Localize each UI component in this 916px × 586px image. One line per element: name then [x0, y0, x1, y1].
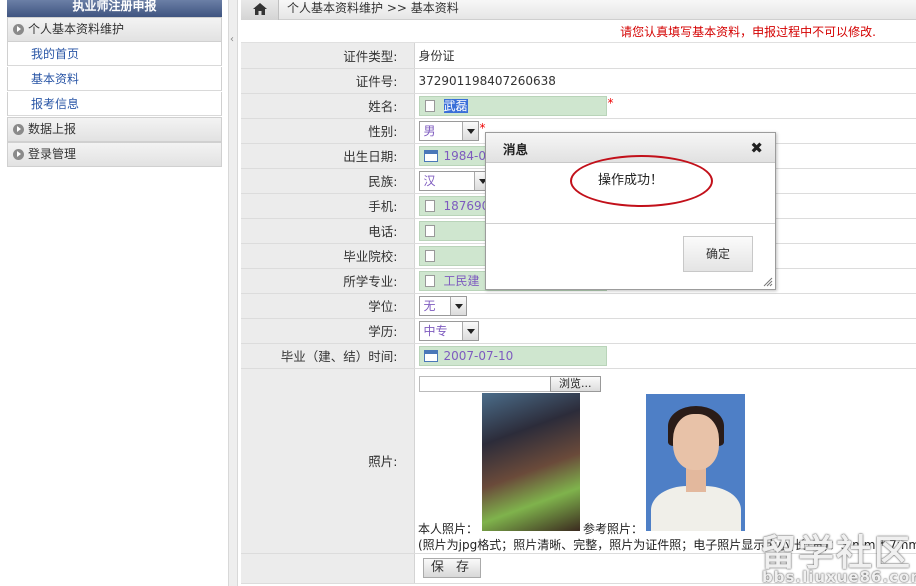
mobile-value: 187690: [443, 198, 490, 213]
watermark-url: bbs.liuxue86.com: [762, 568, 916, 586]
sidebar-item-exam-info[interactable]: 报考信息: [7, 92, 222, 116]
education-select[interactable]: 中专: [418, 320, 479, 341]
breadcrumb-bar: 个人基本资料维护 >> 基本资料: [241, 0, 916, 20]
photo-file-input[interactable]: [419, 376, 551, 392]
sidebar-group-label: 数据上报: [28, 122, 77, 136]
gender-select[interactable]: 男: [418, 120, 479, 141]
text-field-icon: [424, 99, 435, 112]
sidebar-title: 执业师注册申报: [7, 0, 222, 17]
chevron-down-icon[interactable]: [461, 121, 478, 140]
expand-arrow-icon: [13, 124, 24, 135]
reference-photo-label: 参考照片：: [583, 522, 644, 536]
chevron-down-icon[interactable]: [449, 296, 466, 315]
calendar-icon[interactable]: [423, 149, 438, 162]
breadcrumb: 个人基本资料维护 >> 基本资料: [287, 1, 459, 15]
chevron-down-icon[interactable]: [461, 321, 478, 340]
dialog-message: 操作成功！: [597, 173, 663, 188]
reference-photo-image: [646, 394, 745, 531]
major-value: 工民建: [443, 273, 480, 288]
field-label: 毕业院校:: [241, 243, 415, 269]
form-row-id-type: 证件类型: 身份证: [241, 43, 916, 69]
browse-button[interactable]: 浏览...: [550, 376, 601, 392]
required-mark: *: [607, 95, 614, 110]
text-field-icon: [424, 274, 435, 287]
save-button[interactable]: 保 存: [423, 558, 481, 578]
home-tab[interactable]: [241, 0, 279, 20]
sidebar-group-data-report[interactable]: 数据上报: [7, 117, 222, 142]
ok-button[interactable]: 确定: [683, 236, 753, 272]
form-row-grad-date: 毕业（建、结）时间: 2007-07-10: [241, 343, 916, 369]
field-label: 手机:: [241, 193, 415, 219]
resize-grip-icon[interactable]: [763, 277, 773, 287]
field-label: 所学专业:: [241, 268, 415, 294]
degree-value: 无: [423, 298, 436, 313]
form-row-id-number: 证件号: 372901198407260638: [241, 68, 916, 94]
field-label: 毕业（建、结）时间:: [241, 343, 415, 369]
main-content: 个人基本资料维护 >> 基本资料 请您认真填写基本资料，申报过程中不可以修改. …: [241, 0, 916, 586]
field-label: 证件号:: [241, 68, 415, 94]
field-label: 电话:: [241, 218, 415, 244]
name-value: 武磊: [443, 98, 468, 113]
calendar-icon[interactable]: [423, 349, 438, 362]
birth-date-value: 1984-0: [443, 148, 487, 163]
message-dialog: 消息 ✖ 操作成功！ 确定: [485, 132, 776, 290]
text-field-icon: [424, 199, 435, 212]
notice-text: 请您认真填写基本资料，申报过程中不可以修改.: [241, 21, 916, 43]
form-row-name: 姓名: 武磊 *: [241, 93, 916, 119]
sidebar-item-basic-info[interactable]: 基本资料: [7, 67, 222, 91]
ethnicity-value: 汉: [423, 173, 436, 188]
home-icon: [253, 3, 267, 15]
degree-select[interactable]: 无: [418, 295, 467, 316]
field-label: 性别:: [241, 118, 415, 144]
field-label: 照片:: [241, 368, 415, 554]
own-photo-image: [482, 393, 580, 531]
form-row-education: 学历: 中专: [241, 318, 916, 344]
collapse-arrow-icon[interactable]: ‹: [230, 34, 234, 45]
grad-date-field[interactable]: 2007-07-10: [418, 345, 607, 366]
form-row-degree: 学位: 无: [241, 293, 916, 319]
sidebar-group-login-mgmt[interactable]: 登录管理: [7, 142, 222, 167]
dialog-divider: [486, 223, 775, 224]
field-label: 学位:: [241, 293, 415, 319]
sidebar-group-label: 登录管理: [28, 147, 77, 161]
text-field-icon: [424, 224, 435, 237]
field-label: 证件类型:: [241, 43, 415, 69]
gender-value: 男: [423, 123, 436, 138]
field-label: 学历:: [241, 318, 415, 344]
field-label: 民族:: [241, 168, 415, 194]
sidebar-group-label: 个人基本资料维护: [28, 22, 125, 36]
field-label: 姓名:: [241, 93, 415, 119]
expand-arrow-icon: [13, 24, 24, 35]
text-field-icon: [424, 249, 435, 262]
sidebar-item-home[interactable]: 我的首页: [7, 42, 222, 66]
name-field[interactable]: 武磊: [418, 95, 607, 116]
dialog-title: 消息: [503, 142, 529, 157]
id-type-value: 身份证: [414, 43, 916, 69]
field-label: 出生日期:: [241, 143, 415, 169]
expand-arrow-icon: [13, 149, 24, 160]
sidebar-collapse-bar[interactable]: ‹: [228, 0, 238, 586]
close-icon[interactable]: ✖: [750, 139, 763, 157]
sidebar-group-profile[interactable]: 个人基本资料维护: [7, 17, 222, 42]
id-number-value: 372901198407260638: [414, 68, 916, 94]
sidebar: 执业师注册申报 个人基本资料维护 我的首页 基本资料 报考信息 数据上报 登录管…: [0, 0, 228, 586]
education-value: 中专: [423, 323, 448, 338]
grad-date-value: 2007-07-10: [443, 348, 514, 363]
site-watermark: 留学社区 bbs.liuxue86.com: [760, 524, 916, 586]
ethnicity-select[interactable]: 汉: [418, 170, 491, 191]
own-photo-label: 本人照片：: [418, 522, 479, 536]
